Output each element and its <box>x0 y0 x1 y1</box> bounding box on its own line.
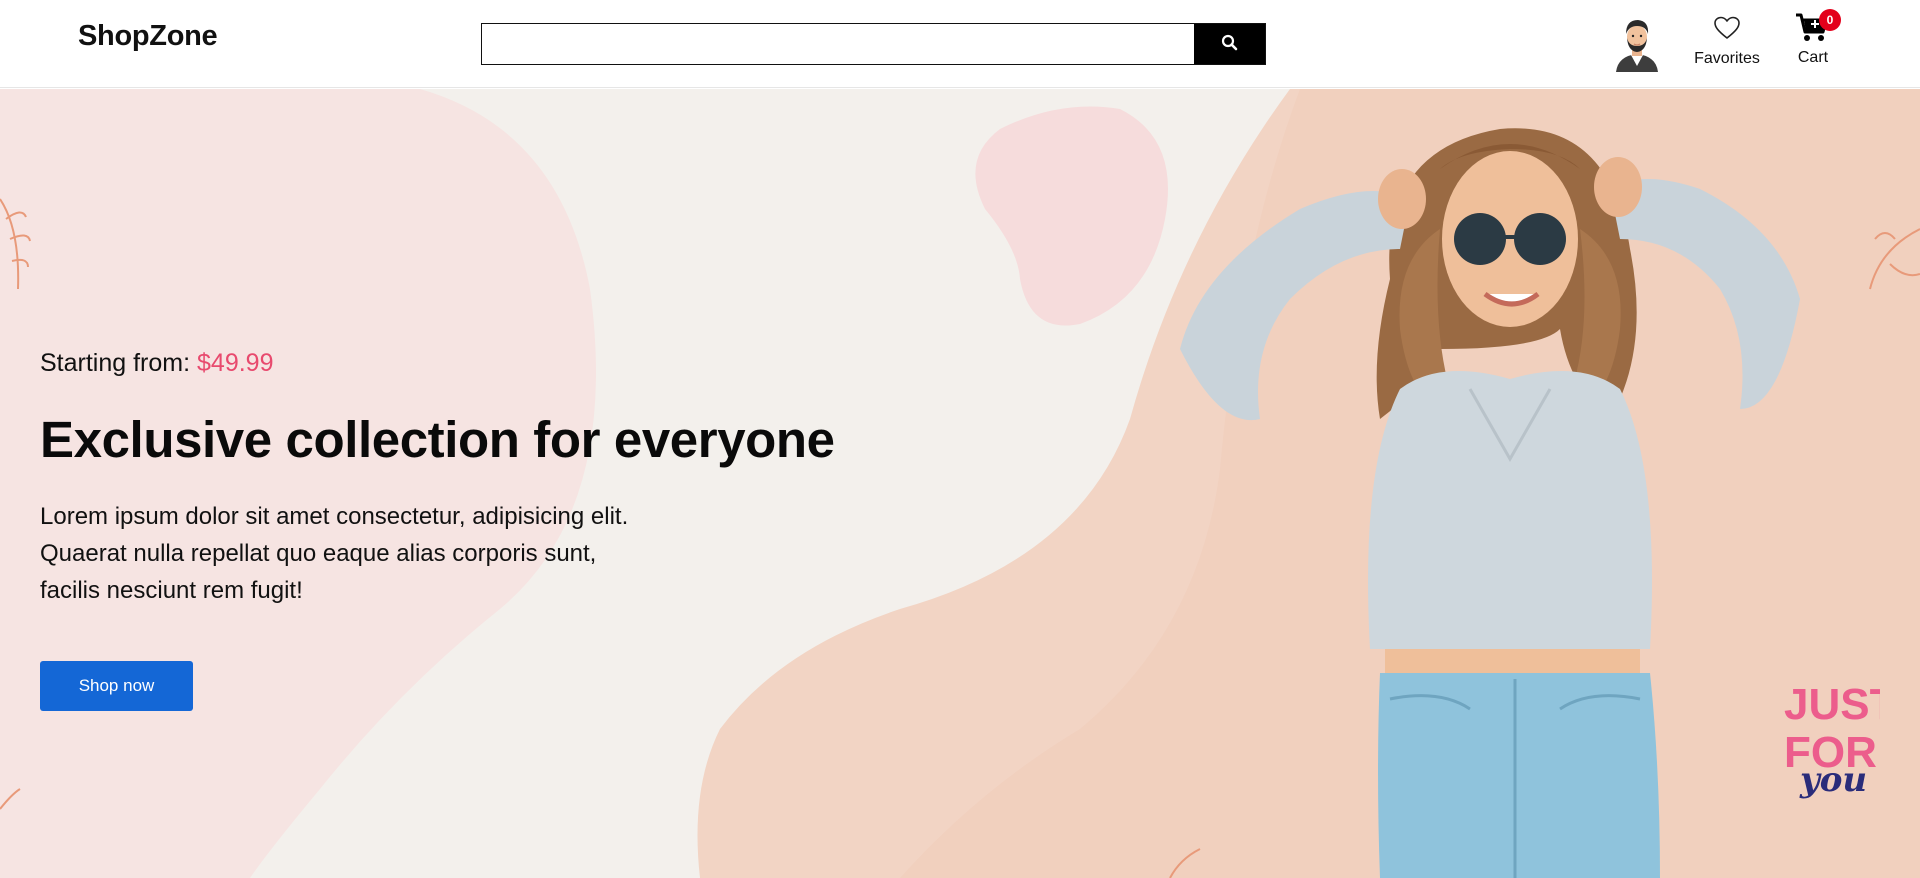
logo[interactable]: ShopZone <box>78 20 218 53</box>
hero-headline: Exclusive collection for everyone <box>40 411 835 468</box>
favorites-label: Favorites <box>1694 50 1760 67</box>
search-button[interactable] <box>1194 24 1265 64</box>
price-value: $49.99 <box>197 349 274 377</box>
cart-label: Cart <box>1797 49 1829 66</box>
cart-count-badge: 0 <box>1819 9 1841 31</box>
cart-icon <box>1795 13 1831 48</box>
shop-now-button[interactable]: Shop now <box>40 661 193 711</box>
just-for-you-badge: JUST FOR you <box>1784 680 1880 800</box>
badge-word: JUST <box>1784 680 1880 729</box>
description-line: facilis nesciunt rem fugit! <box>40 577 303 604</box>
user-avatar[interactable] <box>1614 16 1660 72</box>
search-input[interactable] <box>482 24 1194 64</box>
description-line: Quaerat nulla repellat quo eaque alias c… <box>40 540 597 567</box>
price-prefix: Starting from: <box>40 349 191 377</box>
search-icon <box>1221 34 1238 54</box>
hero-description: Lorem ipsum dolor sit amet consectetur, … <box>40 498 720 609</box>
favorites-button[interactable]: Favorites <box>1689 16 1765 72</box>
starting-price: Starting from: $49.99 <box>40 349 273 378</box>
description-line: Lorem ipsum dolor sit amet consectetur, … <box>40 503 629 530</box>
heart-icon <box>1713 16 1741 45</box>
site-header: ShopZone Favorites 0 Cart <box>0 0 1920 88</box>
hero-banner: Starting from: $49.99 Exclusive collecti… <box>0 89 1920 878</box>
cart-icon-wrap: 0 <box>1795 9 1841 44</box>
badge-word: you <box>1799 760 1867 800</box>
cart-button[interactable]: 0 Cart <box>1790 9 1841 72</box>
search-bar <box>481 23 1266 65</box>
